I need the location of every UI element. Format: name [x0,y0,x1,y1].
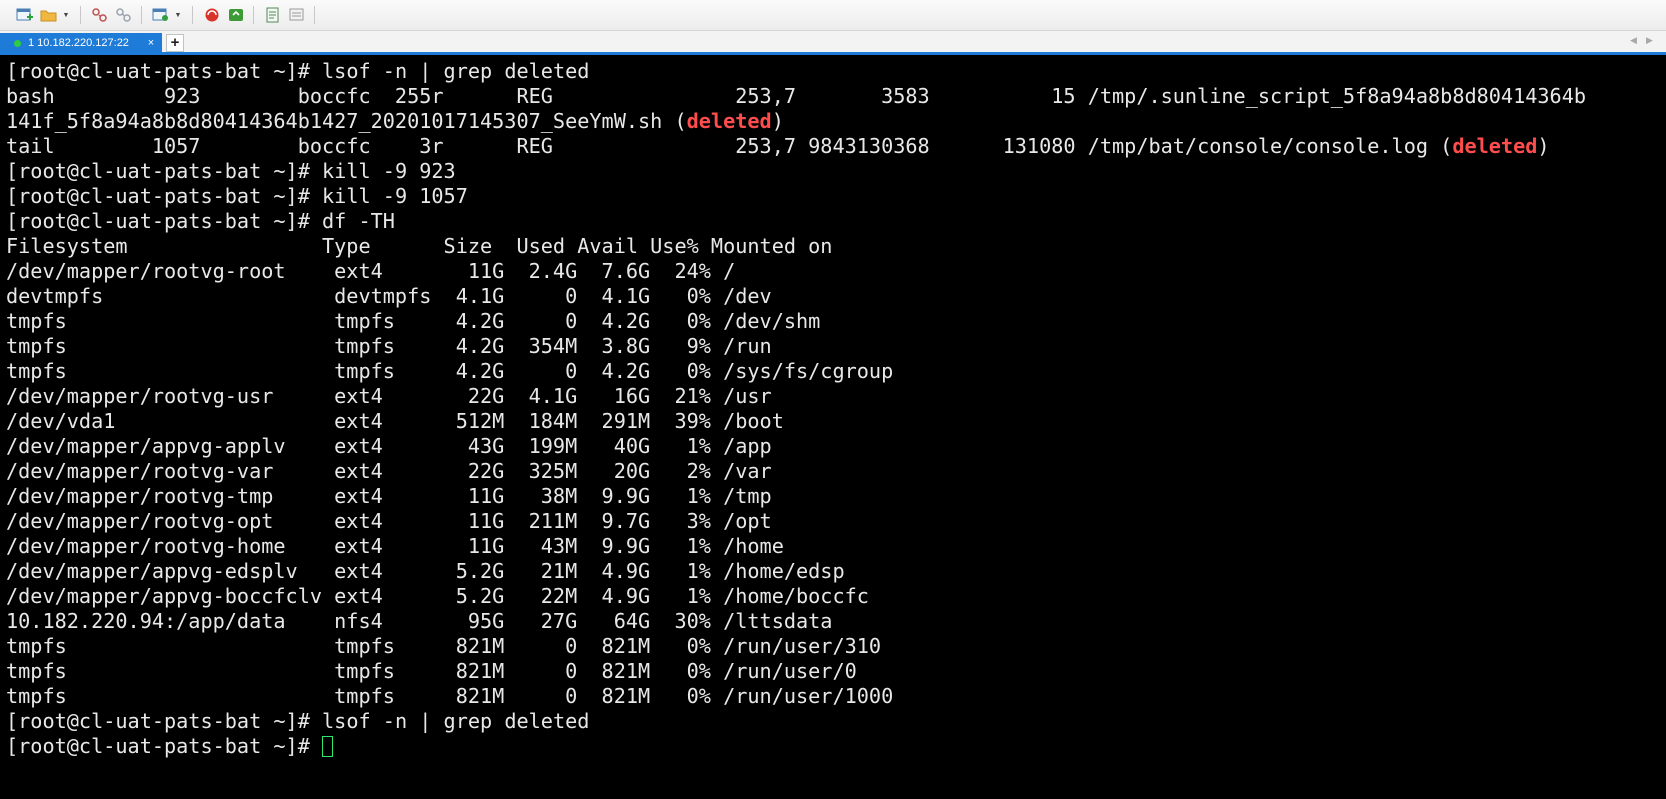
df-row: tmpfs tmpfs 4.2G 0 4.2G 0% /sys/fs/cgrou… [6,359,894,383]
open-dropdown-caret-icon[interactable]: ▼ [62,4,70,26]
main-toolbar: ▼ ▼ [0,0,1666,31]
lsof-text: 141f_5f8a94a8b8d80414364b1427_2020101714… [6,109,687,133]
command-text: df -TH [322,209,395,233]
df-row: tmpfs tmpfs 821M 0 821M 0% /run/user/0 [6,659,857,683]
tab-scroll-left-icon[interactable]: ◀ [1630,35,1637,46]
command-text: lsof -n | grep deleted [322,709,590,733]
terminal-input-line[interactable]: [root@cl-uat-pats-bat ~]# [6,734,1666,759]
df-row: tmpfs tmpfs 821M 0 821M 0% /run/user/100… [6,684,894,708]
shell-prompt: [root@cl-uat-pats-bat ~]# [6,734,323,758]
shell-prompt: [root@cl-uat-pats-bat ~]# [6,709,323,733]
terminal-line: [root@cl-uat-pats-bat ~]# lsof -n | grep… [6,59,1666,84]
session-tab-bar: 1 10.182.220.127:22 × + ◀ ▶ [0,31,1666,55]
new-session-icon[interactable] [14,4,36,26]
df-header-line: Filesystem Type Size Used Avail Use% Mou… [6,234,833,258]
terminal-line: [root@cl-uat-pats-bat ~]# kill -9 1057 [6,184,1666,209]
shell-prompt: [root@cl-uat-pats-bat ~]# [6,159,323,183]
terminal-output[interactable]: [root@cl-uat-pats-bat ~]# lsof -n | grep… [0,55,1666,799]
df-row: 10.182.220.94:/app/data nfs4 95G 27G 64G… [6,609,833,633]
terminal-cursor [322,736,334,757]
df-row: /dev/mapper/appvg-edsplv ext4 5.2G 21M 4… [6,559,845,583]
tab-scroll-right-icon[interactable]: ▶ [1646,35,1653,46]
df-row: /dev/mapper/rootvg-tmp ext4 11G 38M 9.9G… [6,484,772,508]
toolbar-divider [80,6,81,24]
shell-prompt: [root@cl-uat-pats-bat ~]# [6,184,323,208]
lsof-output-line: bash 923 boccfc 255r REG 253,7 3583 15 /… [6,84,1587,108]
toolbar-divider [314,6,315,24]
df-row: /dev/mapper/appvg-applv ext4 43G 199M 40… [6,434,772,458]
shell-prompt: [root@cl-uat-pats-bat ~]# [6,59,323,83]
properties-dropdown-caret-icon[interactable]: ▼ [174,4,182,26]
session-properties-icon[interactable] [150,4,172,26]
lsof-output-line: tail 1057 boccfc 3r REG 253,7 9843130368… [6,134,1550,158]
xftp-icon[interactable] [225,4,247,26]
df-row: tmpfs tmpfs 4.2G 354M 3.8G 9% /run [6,334,772,358]
terminal-line: [root@cl-uat-pats-bat ~]# kill -9 923 [6,159,1666,184]
terminal-line: [root@cl-uat-pats-bat ~]# lsof -n | grep… [6,709,1666,734]
xshell-logo-icon[interactable] [201,4,223,26]
open-folder-icon[interactable] [38,4,60,26]
df-row: /dev/mapper/rootvg-root ext4 11G 2.4G 7.… [6,259,736,283]
connection-status-icon [14,39,21,47]
toolbar-divider [192,6,193,24]
df-row: /dev/mapper/rootvg-home ext4 11G 43M 9.9… [6,534,784,558]
session-tab[interactable]: 1 10.182.220.127:22 × [0,33,162,53]
df-row: devtmpfs devtmpfs 4.1G 0 4.1G 0% /dev [6,284,772,308]
compose-icon[interactable] [286,4,308,26]
toolbar-divider [253,6,254,24]
df-row: /dev/vda1 ext4 512M 184M 291M 39% /boot [6,409,784,433]
new-tab-button[interactable]: + [166,34,184,52]
df-row: /dev/mapper/rootvg-var ext4 22G 325M 20G… [6,459,772,483]
deleted-marker: deleted [686,109,772,133]
command-text: kill -9 923 [322,159,456,183]
lsof-text: tail 1057 boccfc 3r REG 253,7 9843130368… [6,134,1453,158]
command-text: kill -9 1057 [322,184,468,208]
shell-prompt: [root@cl-uat-pats-bat ~]# [6,209,323,233]
deleted-marker: deleted [1452,134,1538,158]
df-row: tmpfs tmpfs 4.2G 0 4.2G 0% /dev/shm [6,309,821,333]
toolbar-divider [141,6,142,24]
df-row: tmpfs tmpfs 821M 0 821M 0% /run/user/310 [6,634,882,658]
session-tab-label: 1 10.182.220.127:22 [28,37,129,49]
command-text: lsof -n | grep deleted [322,59,590,83]
df-row: /dev/mapper/appvg-boccfclv ext4 5.2G 22M… [6,584,869,608]
close-tab-icon[interactable]: × [144,37,158,49]
disconnect-icon[interactable] [89,4,111,26]
script-icon[interactable] [262,4,284,26]
lsof-output-line: 141f_5f8a94a8b8d80414364b1427_2020101714… [6,109,784,133]
reconnect-icon[interactable] [113,4,135,26]
df-row: /dev/mapper/rootvg-opt ext4 11G 211M 9.7… [6,509,772,533]
df-row: /dev/mapper/rootvg-usr ext4 22G 4.1G 16G… [6,384,772,408]
terminal-line: [root@cl-uat-pats-bat ~]# df -TH [6,209,1666,234]
